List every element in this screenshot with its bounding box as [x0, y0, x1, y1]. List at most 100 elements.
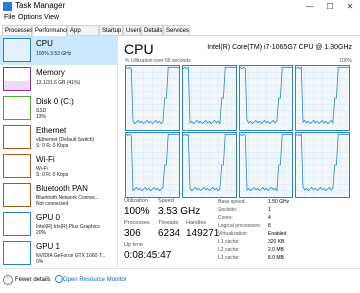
- logical-processor-graph: [295, 65, 350, 131]
- sidebar-item-sub: 0%: [36, 259, 44, 265]
- menu-options[interactable]: Options: [18, 14, 42, 21]
- cpu-thumbnail: [3, 38, 31, 62]
- l2-cache-value: 2.0 MB: [268, 247, 284, 253]
- menu-view[interactable]: View: [44, 14, 59, 21]
- l3-cache-label: L3 cache:: [218, 255, 240, 261]
- sidebar-item-sub: 20%: [36, 230, 47, 236]
- sidebar-item-label: GPU 0: [36, 213, 61, 222]
- ethernet-thumbnail: [3, 125, 31, 149]
- sidebar-item-sub: S: 0 R: 0 Kbps: [36, 172, 69, 178]
- virtualization-label: Virtualization:: [218, 231, 248, 237]
- memory-thumbnail: [3, 67, 31, 91]
- base-speed-label: Base speed:: [218, 199, 246, 205]
- processes-value: 306: [124, 228, 141, 239]
- utilization-line: [296, 66, 349, 130]
- cores-label: Cores:: [218, 215, 233, 221]
- sidebar-item-sub: 13%: [36, 114, 47, 120]
- sidebar-item-label: Wi-Fi: [36, 155, 55, 164]
- tab-users[interactable]: Users: [123, 25, 142, 35]
- sockets-label: Sockets:: [218, 207, 238, 213]
- base-speed-value: 1.50 GHz: [268, 199, 290, 205]
- logical-processor-graph: [181, 65, 237, 131]
- resource-sidebar: CPU 100% 3.53 GHz Memory 13.1/31.6 GB (4…: [0, 36, 118, 267]
- sidebar-item-gpu0[interactable]: GPU 0 Intel(R) Iris(R) Plus Graphics 20%: [0, 210, 117, 239]
- sidebar-item-label: Disk 0 (C:): [36, 97, 74, 106]
- menu-file[interactable]: File: [4, 14, 15, 21]
- sidebar-item-sub: NVIDIA GeForce GTX 1660 T...: [36, 253, 106, 259]
- sockets-value: 1: [268, 207, 271, 213]
- utilization-line: [239, 133, 293, 197]
- sidebar-item-gpu1[interactable]: GPU 1 NVIDIA GeForce GTX 1660 T... 0%: [0, 239, 117, 268]
- logical-processor-graph: [238, 65, 294, 131]
- l3-cache-value: 8.0 MB: [268, 255, 284, 261]
- chevron-up-icon[interactable]: ⌃: [3, 275, 13, 285]
- sidebar-item-label: Bluetooth PAN: [36, 184, 88, 193]
- sidebar-item-label: Memory: [36, 68, 65, 77]
- utilization-line: [239, 66, 293, 130]
- threads-value: 6234: [158, 228, 181, 239]
- sidebar-item-label: Ethernet: [36, 126, 67, 135]
- logical-processor-graph: [295, 132, 350, 198]
- tab-performance[interactable]: Performance: [32, 25, 69, 36]
- sidebar-item-cpu[interactable]: CPU 100% 3.53 GHz: [0, 36, 117, 65]
- sidebar-item-wifi[interactable]: Wi-Fi Wi-Fi S: 0 R: 0 Kbps: [0, 152, 117, 181]
- l1-cache-value: 320 KB: [268, 239, 285, 245]
- window-title: Task Manager: [15, 1, 66, 10]
- tab-app-history[interactable]: App history: [67, 25, 99, 44]
- handles-label: Handles: [186, 220, 207, 226]
- utilization-axis-max: 100%: [339, 58, 352, 64]
- processes-label: Processes: [124, 220, 150, 226]
- utilization-line: [296, 133, 349, 197]
- wifi-thumbnail: [3, 154, 31, 178]
- logical-processor-graphs: [125, 65, 352, 200]
- tab-processes[interactable]: Processes: [2, 25, 33, 35]
- sidebar-item-sub: Not connected: [36, 201, 69, 207]
- sidebar-item-disk[interactable]: Disk 0 (C:) SSD 13%: [0, 94, 117, 123]
- maximize-button[interactable]: ☐: [320, 0, 340, 13]
- l1-cache-label: L1 cache:: [218, 239, 240, 245]
- task-manager-icon: [3, 2, 12, 11]
- utilization-line: [126, 66, 179, 130]
- utilization-label: Utilization: [124, 198, 148, 204]
- sidebar-item-memory[interactable]: Memory 13.1/31.6 GB (41%): [0, 65, 117, 94]
- sidebar-item-sub: S: 0 R: 0 Kbps: [36, 143, 69, 149]
- sidebar-item-ethernet[interactable]: Ethernet vEthernet (Default Switch) S: 0…: [0, 123, 117, 152]
- fewer-details-link[interactable]: Fewer details: [15, 277, 51, 283]
- sidebar-item-label: GPU 1: [36, 242, 61, 251]
- open-resource-monitor-link[interactable]: Open Resource Monitor: [63, 277, 127, 283]
- uptime-value: 0:08:45:47: [124, 250, 172, 261]
- handles-value: 149271: [186, 228, 220, 239]
- sidebar-item-label: CPU: [36, 39, 53, 48]
- disk-thumbnail: [3, 96, 31, 120]
- cpu-detail-panel: CPU Intel(R) Core(TM) i7-1065G7 CPU @ 1.…: [120, 36, 358, 267]
- threads-label: Threads: [158, 220, 179, 226]
- tab-startup[interactable]: Startup: [99, 25, 123, 35]
- utilization-line: [182, 133, 236, 197]
- gpu1-thumbnail: [3, 241, 31, 265]
- utilization-line: [182, 66, 236, 130]
- speed-value: 3.53 GHz: [158, 206, 201, 217]
- uptime-label: Up time: [124, 242, 143, 248]
- title-bar: Task Manager — ☐ ✕: [0, 0, 360, 13]
- sidebar-item-sub: 13.1/31.6 GB (41%): [36, 80, 81, 86]
- sidebar-item-sub: 100% 3.53 GHz: [36, 51, 72, 57]
- utilization-value: 100%: [124, 206, 150, 217]
- close-button[interactable]: ✕: [340, 0, 360, 13]
- speed-label: Speed: [158, 198, 174, 204]
- page-title: CPU: [124, 41, 154, 57]
- tab-services[interactable]: Services: [163, 25, 190, 35]
- cores-value: 4: [268, 215, 271, 221]
- logical-processors-value: 8: [268, 223, 271, 229]
- minimize-button[interactable]: —: [300, 0, 320, 13]
- resource-monitor-icon: [55, 275, 63, 283]
- cpu-model-name: Intel(R) Core(TM) i7-1065G7 CPU @ 1.30GH…: [207, 44, 352, 51]
- logical-processor-graph: [238, 132, 294, 198]
- utilization-axis-label: % Utilization over 60 seconds: [125, 58, 191, 64]
- utilization-line: [126, 133, 179, 197]
- virtualization-value: Enabled: [268, 231, 287, 237]
- footer-bar: ⌃ Fewer details Open Resource Monitor: [0, 268, 360, 293]
- tab-details[interactable]: Details: [141, 25, 163, 35]
- logical-processor-graph: [181, 132, 237, 198]
- sidebar-item-bluetooth[interactable]: Bluetooth PAN Bluetooth Network Connec..…: [0, 181, 117, 210]
- logical-processor-graph: [125, 65, 180, 131]
